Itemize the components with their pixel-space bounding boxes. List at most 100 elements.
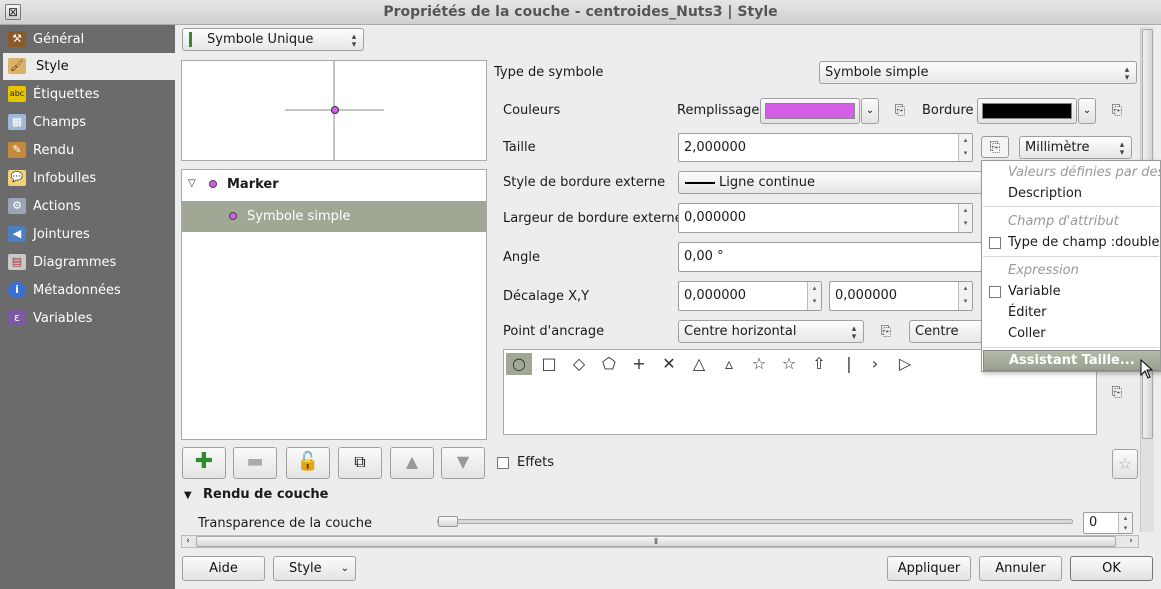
data-defined-override-icon[interactable]: ⎘: [1103, 100, 1131, 122]
shape-chevron-icon[interactable]: ›: [862, 353, 888, 375]
transparency-value: 0: [1089, 515, 1098, 530]
single-symbol-icon: [189, 32, 201, 47]
duplicate-layer-icon[interactable]: ⧉: [338, 447, 382, 479]
shape-filled-arrowhead-icon[interactable]: ▷: [892, 353, 918, 375]
effects-star-icon[interactable]: ☆: [1112, 449, 1138, 479]
field-type-checkbox[interactable]: [989, 237, 1001, 249]
menu-item-paste[interactable]: Coller: [1008, 326, 1046, 341]
sidebar-item-general[interactable]: ⚒ Général: [3, 26, 175, 53]
transparency-input[interactable]: 0 ▴ ▾: [1083, 512, 1133, 534]
data-defined-override-icon[interactable]: ⎘: [981, 136, 1009, 158]
offset-y-input[interactable]: 0,000000 ▴ ▾: [829, 281, 973, 311]
scroll-right-icon[interactable]: ›: [1125, 536, 1137, 547]
shape-triangle-icon[interactable]: △: [686, 353, 712, 375]
tree-root-label[interactable]: Marker: [227, 177, 279, 192]
shape-star-small-icon[interactable]: ☆: [776, 353, 802, 375]
angle-input[interactable]: 0,00 °: [678, 242, 998, 272]
menu-item-variable[interactable]: Variable: [1008, 284, 1061, 299]
renderer-select[interactable]: Symbole Unique ▴ ▾: [182, 28, 364, 51]
window-title: Propriétés de la couche - centroides_Nut…: [383, 4, 778, 20]
sidebar-item-label: Jointures: [33, 227, 90, 242]
sidebar-item-variables[interactable]: ε Variables: [3, 305, 175, 332]
variable-checkbox[interactable]: [989, 286, 1001, 298]
shape-square-icon[interactable]: □: [536, 353, 562, 375]
paint-icon: 🖌: [8, 58, 26, 74]
ok-button[interactable]: OK: [1070, 556, 1153, 581]
data-defined-override-icon[interactable]: ⎘: [872, 321, 900, 343]
menu-item-assistant-row[interactable]: Assistant Taille...: [983, 350, 1160, 371]
remove-layer-icon[interactable]: ▬: [233, 447, 277, 479]
sidebar-item-label: Actions: [33, 199, 81, 214]
border-color-button[interactable]: [977, 98, 1077, 124]
move-up-icon[interactable]: ▲: [390, 447, 434, 479]
sidebar-item-style[interactable]: 🖌 Style: [3, 53, 175, 80]
shape-line-icon[interactable]: |: [836, 353, 862, 375]
sidebar-item-metadata[interactable]: i Métadonnées: [3, 277, 175, 304]
sidebar-item-actions[interactable]: ⚙ Actions: [3, 193, 175, 220]
menu-item-edit[interactable]: Éditer: [1008, 305, 1047, 320]
apply-button[interactable]: Appliquer: [887, 556, 971, 581]
anchor-v-select[interactable]: Centre vert: [909, 320, 989, 343]
symbol-layer-tree: ▽ Marker Symbole simple: [181, 169, 487, 440]
add-layer-icon[interactable]: ✚: [182, 447, 226, 479]
collapse-arrow-icon[interactable]: ▼: [184, 490, 192, 501]
sidebar-item-diagrams[interactable]: ▤ Diagrammes: [3, 249, 175, 276]
shape-circle-icon[interactable]: ○: [506, 353, 532, 375]
symbol-preview: [181, 60, 487, 161]
tree-row-selected[interactable]: Symbole simple: [182, 201, 486, 232]
chevron-down-icon: ⌄: [340, 563, 349, 574]
offset-x-spinner[interactable]: ▴ ▾: [807, 282, 821, 310]
fill-color-button[interactable]: [760, 98, 860, 124]
size-unit-select[interactable]: Millimètre ▴ ▾: [1019, 136, 1132, 159]
sidebar-item-render[interactable]: ✎ Rendu: [3, 137, 175, 164]
title-bar: ⊠ Propriétés de la couche - centroides_N…: [0, 0, 1161, 25]
collapse-arrow-icon[interactable]: ▽: [188, 178, 196, 189]
size-spinner[interactable]: ▴ ▾: [958, 134, 972, 161]
style-menu-button[interactable]: Style ⌄: [273, 556, 356, 581]
sidebar-item-labels[interactable]: abc Étiquettes: [3, 81, 175, 108]
sidebar-item-joins[interactable]: ◀ Jointures: [3, 221, 175, 248]
shape-diamond-icon[interactable]: ◇: [566, 353, 592, 375]
fill-color-dropdown[interactable]: ⌄: [861, 98, 879, 124]
sidebar-item-fields[interactable]: ▦ Champs: [3, 109, 175, 136]
lock-icon[interactable]: 🔓: [286, 447, 330, 479]
symbol-type-label: Type de symbole: [494, 65, 604, 80]
marker-dot-icon: [209, 180, 217, 188]
sidebar-item-label: Variables: [33, 311, 93, 326]
outline-style-select[interactable]: Ligne continue: [678, 171, 998, 194]
shape-arrow-icon[interactable]: ⇧: [806, 353, 832, 375]
shape-x-icon[interactable]: ✕: [656, 353, 682, 375]
size-input[interactable]: 2,000000 ▴ ▾: [678, 133, 973, 162]
help-button[interactable]: Aide: [182, 556, 265, 581]
data-defined-override-icon[interactable]: ⎘: [886, 100, 914, 122]
gear-icon: ⚙: [8, 198, 26, 214]
shape-pentagon-icon[interactable]: ⬠: [596, 353, 622, 375]
offset-y-spinner[interactable]: ▴ ▾: [958, 282, 972, 310]
cancel-button[interactable]: Annuler: [979, 556, 1062, 581]
symbol-type-select[interactable]: Symbole simple ▴ ▾: [819, 61, 1137, 84]
scroll-left-icon[interactable]: ‹: [182, 536, 194, 547]
shape-star-icon[interactable]: ☆: [746, 353, 772, 375]
menu-item-description[interactable]: Description: [1008, 186, 1082, 201]
outline-width-spinner[interactable]: ▴ ▾: [958, 204, 972, 232]
data-defined-override-icon[interactable]: ⎘: [1103, 382, 1131, 404]
effects-checkbox[interactable]: [497, 457, 509, 469]
brush-icon: ✎: [8, 142, 26, 158]
border-color-dropdown[interactable]: ⌄: [1078, 98, 1096, 124]
outline-width-input[interactable]: 0,000000 ▴ ▾: [678, 203, 973, 233]
sidebar-item-tooltips[interactable]: 💬 Infobulles: [3, 165, 175, 192]
shape-small-triangle-icon[interactable]: ▵: [716, 353, 742, 375]
menu-item-field-type[interactable]: Type de champ :double: [1008, 235, 1159, 250]
shape-cross-icon[interactable]: +: [626, 353, 652, 375]
slider-handle[interactable]: [438, 516, 458, 527]
outline-style-label: Style de bordure externe: [503, 175, 666, 190]
move-down-icon[interactable]: ▼: [441, 447, 485, 479]
transparency-spinner[interactable]: ▴ ▾: [1118, 513, 1132, 533]
transparency-slider[interactable]: [437, 516, 1073, 527]
horizontal-scrollbar[interactable]: ‹ ⦀ ›: [181, 535, 1139, 548]
mouse-cursor-icon: [1140, 359, 1154, 379]
info-icon: i: [8, 282, 26, 298]
offset-x-input[interactable]: 0,000000 ▴ ▾: [678, 281, 822, 311]
anchor-h-select[interactable]: Centre horizontal ▴ ▾: [678, 320, 864, 343]
scrollbar-thumb[interactable]: ⦀: [196, 536, 1116, 547]
